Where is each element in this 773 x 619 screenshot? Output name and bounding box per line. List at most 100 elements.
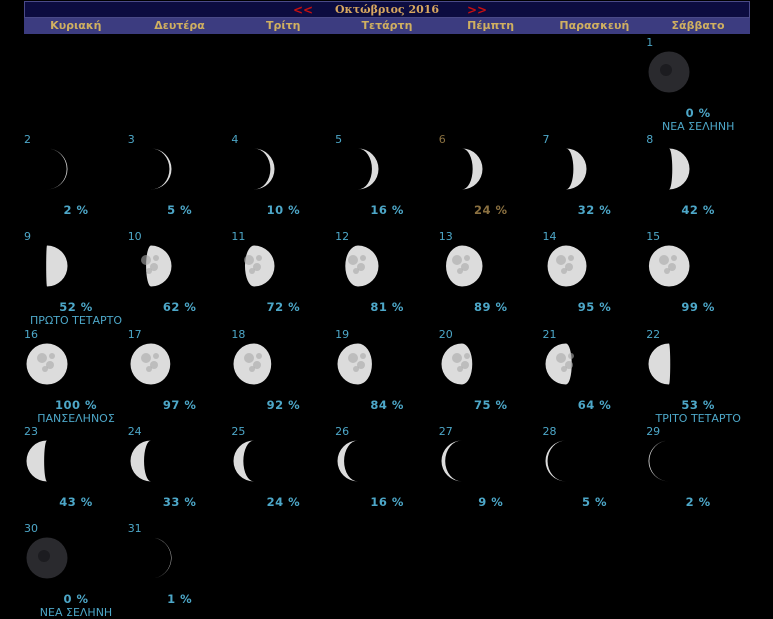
day-cell[interactable]: 1 0 % ΝΕΑ ΣΕΛΗΝΗ: [646, 36, 750, 133]
illumination-percent: 33 %: [162, 494, 197, 509]
illumination-percent: 99 %: [681, 300, 715, 315]
day-cell[interactable]: 27 9 %: [439, 425, 543, 522]
moon-phase-icon: [648, 440, 670, 482]
day-cell[interactable]: 17 97 %: [128, 328, 232, 425]
illumination-percent: 10 %: [266, 203, 301, 218]
day-number: 20: [438, 327, 453, 341]
day-cell[interactable]: 23 43 %: [24, 425, 128, 522]
weekday-monday: Δευτέρα: [154, 19, 205, 32]
day-number: 14: [542, 230, 557, 244]
day-number: 25: [231, 424, 246, 438]
day-number: 15: [646, 230, 661, 244]
day-cell[interactable]: 19 84 %: [335, 328, 439, 425]
day-cell[interactable]: 16 100 % ΠΑΝΣΕΛΗΝΟΣ: [24, 328, 128, 425]
illumination-percent: 2 %: [685, 494, 711, 509]
day-cell[interactable]: 24 33 %: [128, 425, 232, 522]
illumination-percent: 1 %: [167, 592, 193, 606]
moon-phase-icon: [649, 245, 690, 287]
moon-phase-icon: [345, 245, 379, 287]
illumination-percent: 100 %: [54, 397, 98, 412]
calendar-header: << Οκτώβριος 2016 >>: [24, 1, 750, 18]
moon-phase-icon: [26, 440, 47, 482]
day-number: 4: [231, 133, 239, 147]
day-cell[interactable]: 26 16 %: [335, 425, 439, 522]
day-number: 1: [646, 36, 654, 49]
illumination-percent: 9 %: [478, 494, 504, 509]
day-cell[interactable]: 11 72 %: [231, 230, 335, 327]
illumination-percent: 53 %: [681, 397, 715, 412]
day-number: 8: [646, 133, 654, 147]
day-cell[interactable]: 8 42 %: [646, 133, 750, 230]
day-cell[interactable]: 15 99 %: [646, 230, 750, 327]
day-cell[interactable]: 9 52 % ΠΡΩΤΟ ΤΕΤΑΡΤΟ: [24, 230, 128, 327]
day-cell[interactable]: 2 2 %: [24, 133, 128, 230]
illumination-percent: 24 %: [474, 203, 508, 218]
day-number: 6: [438, 133, 446, 147]
day-cell[interactable]: 14 95 %: [543, 230, 647, 327]
moon-phase-icon: [545, 440, 566, 482]
moon-phase-icon: [545, 343, 574, 385]
moon-phase-icon: [565, 148, 586, 190]
day-cell[interactable]: 7 32 %: [543, 133, 647, 230]
moon-calendar: << Οκτώβριος 2016 >> Κυριακή Δευτέρα Τρί…: [0, 0, 773, 619]
illumination-percent: 64 %: [577, 397, 612, 412]
illumination-percent: 97 %: [162, 397, 197, 412]
illumination-percent: 0 %: [685, 106, 711, 120]
weekday-tuesday: Τρίτη: [265, 19, 301, 32]
day-cell[interactable]: 20 75 %: [439, 328, 543, 425]
illumination-percent: 32 %: [577, 203, 612, 218]
illumination-percent: 16 %: [370, 203, 404, 218]
day-cell[interactable]: 3 5 %: [128, 133, 232, 230]
moon-phase-icon: [648, 343, 671, 385]
day-cell[interactable]: 12 81 %: [335, 230, 439, 327]
moon-phase-icon: [337, 440, 359, 482]
day-cell[interactable]: 4 10 %: [231, 133, 335, 230]
day-number: 13: [438, 230, 453, 244]
day-number: 5: [335, 133, 343, 147]
illumination-percent: 0 %: [63, 592, 89, 606]
illumination-percent: 43 %: [59, 494, 93, 509]
day-number: 12: [335, 230, 350, 244]
day-cell[interactable]: 5 16 %: [335, 133, 439, 230]
illumination-percent: 16 %: [370, 494, 404, 509]
moon-phase-icon: [254, 148, 275, 190]
phase-label: ΠΑΝΣΕΛΗΝΟΣ: [37, 411, 115, 425]
day-cell[interactable]: 28 5 %: [543, 425, 647, 522]
illumination-percent: 81 %: [370, 300, 404, 315]
day-cell[interactable]: 18 92 %: [231, 328, 335, 425]
phase-label: ΤΡΙΤΟ ΤΕΤΑΡΤΟ: [655, 411, 741, 425]
illumination-percent: 84 %: [370, 397, 404, 412]
day-number: 29: [646, 424, 661, 438]
moon-phase-icon: [441, 440, 462, 482]
day-number: 30: [24, 522, 38, 535]
moon-phase-icon: [130, 343, 170, 385]
day-cell[interactable]: 10 62 %: [128, 230, 232, 327]
moon-phase-icon: [547, 245, 586, 287]
day-cell[interactable]: 30 0 % ΝΕΑ ΣΕΛΗΝΗ: [24, 522, 128, 619]
day-cell[interactable]: 25 24 %: [231, 425, 335, 522]
day-cell[interactable]: 21 64 %: [543, 328, 647, 425]
day-number: 21: [542, 327, 557, 341]
moon-phase-icon: [337, 343, 373, 385]
weekday-thursday: Πέμπτη: [467, 19, 515, 32]
moon-phase-icon: [445, 245, 483, 287]
phase-label: ΠΡΩΤΟ ΤΕΤΑΡΤΟ: [29, 314, 123, 328]
weekday-header-row: Κυριακή Δευτέρα Τρίτη Τετάρτη Πέμπτη Παρ…: [24, 18, 750, 34]
day-cell[interactable]: 31 1 %: [128, 522, 232, 619]
weekday-saturday: Σάββατο: [671, 19, 725, 32]
next-month-button[interactable]: >>: [467, 3, 487, 17]
moon-phase-icon: [140, 245, 172, 287]
day-number: 2: [24, 133, 31, 147]
moon-phase-icon: [648, 51, 690, 93]
illumination-percent: 95 %: [577, 300, 612, 315]
day-cell[interactable]: 29 2 %: [646, 425, 750, 522]
day-cell[interactable]: 22 53 % ΤΡΙΤΟ ΤΕΤΑΡΤΟ: [646, 328, 750, 425]
day-number: 22: [646, 327, 661, 341]
day-number: 23: [24, 424, 38, 438]
moon-phase-icon: [669, 148, 690, 190]
day-number: 24: [127, 424, 142, 438]
day-cell[interactable]: 6 24 %: [439, 133, 543, 230]
day-cell[interactable]: 13 89 %: [439, 230, 543, 327]
phase-label: ΝΕΑ ΣΕΛΗΝΗ: [661, 120, 735, 133]
illumination-percent: 5 %: [167, 203, 193, 218]
